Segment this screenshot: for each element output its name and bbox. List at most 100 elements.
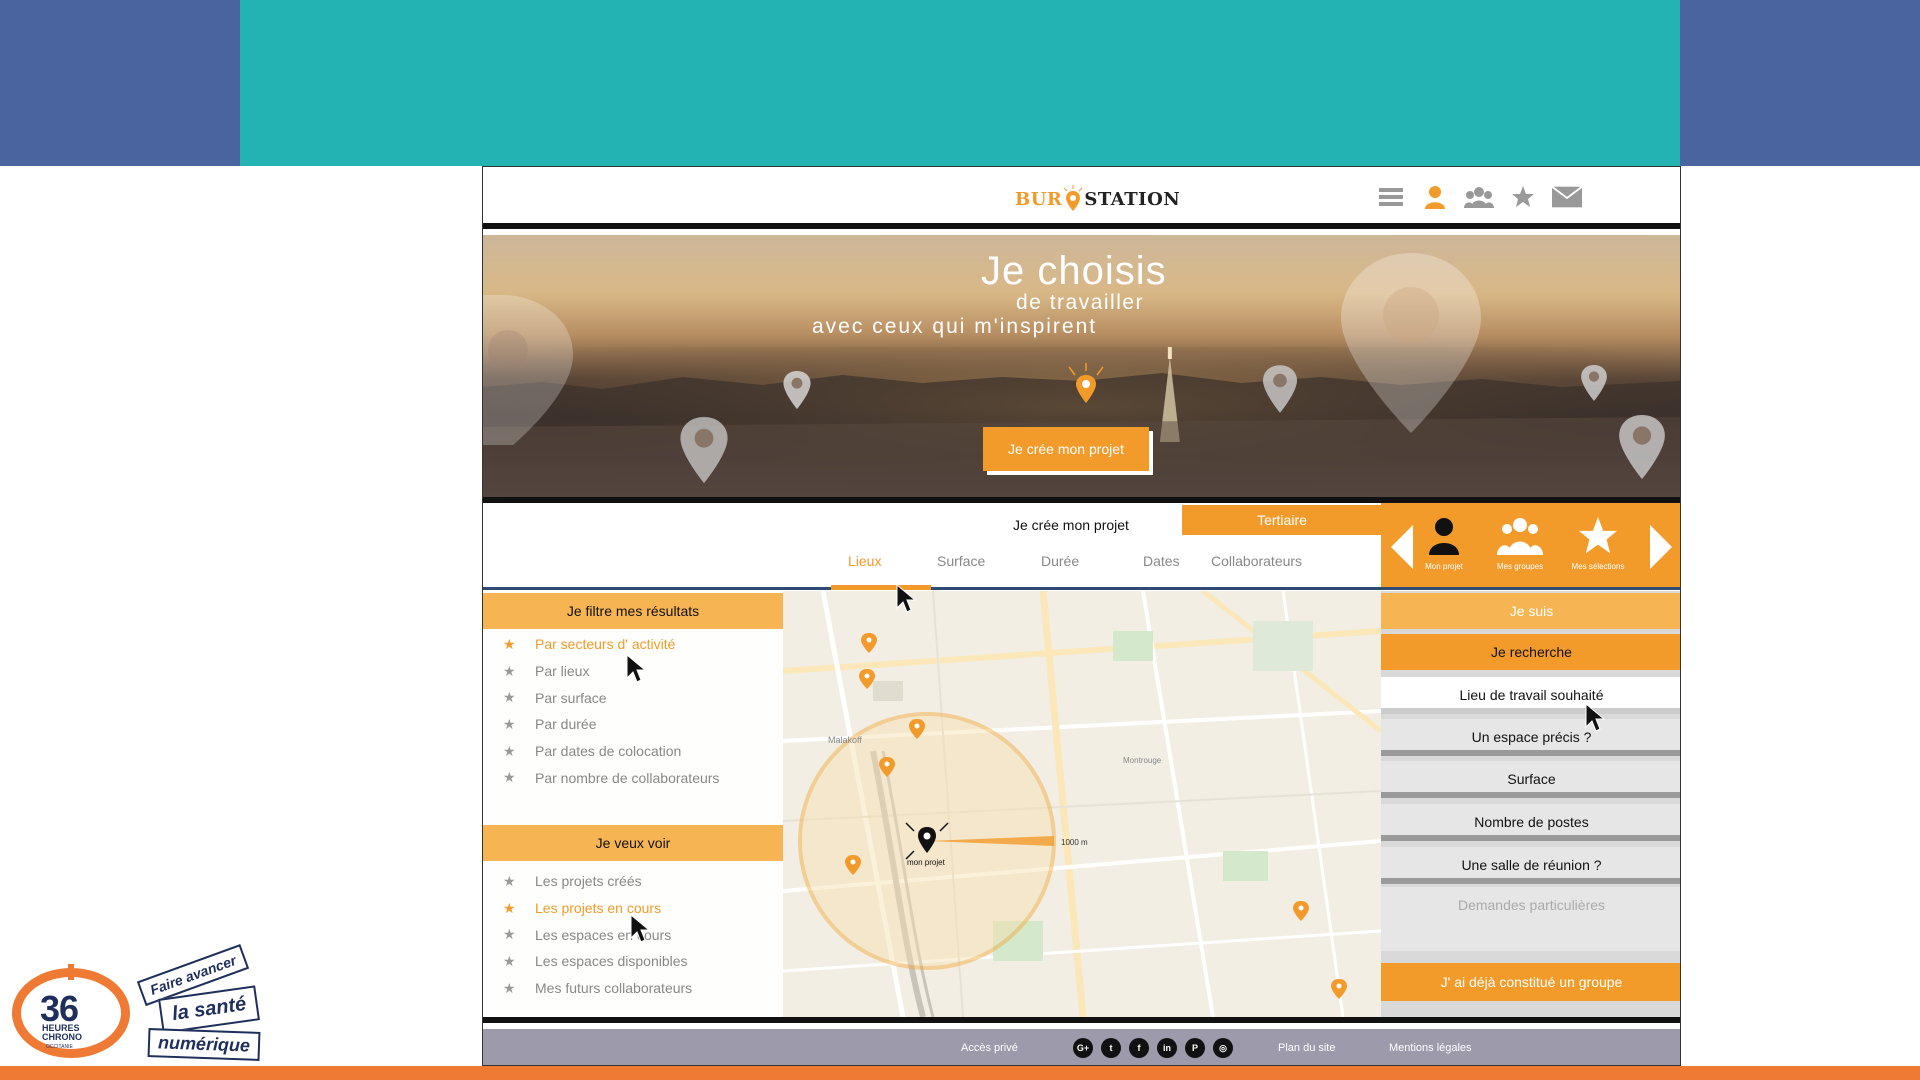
- slide: BUR STATION Je choisis de travailler ave…: [0, 0, 1920, 1080]
- linkedin-icon[interactable]: in: [1157, 1038, 1177, 1058]
- nav-my-selections[interactable]: Mes sélections: [1563, 517, 1633, 571]
- view-item-label: Les espaces disponibles: [535, 953, 688, 970]
- tabs-divider: [483, 587, 1680, 590]
- hero-tagline: avec ceux qui m'inspirent: [812, 315, 1098, 338]
- filter-list: ★ Par secteurs d' activité ★ Par lieux ★ Pa…: [503, 631, 719, 791]
- view-item[interactable]: ★ Les projets en cours: [503, 895, 692, 922]
- menu-icon[interactable]: [1376, 183, 1406, 211]
- special-requests[interactable]: Demandes particulières: [1381, 887, 1680, 951]
- header-icons: [1376, 183, 1582, 211]
- filter-item-label: Par secteurs d' activité: [535, 636, 676, 653]
- sitemap-link[interactable]: Plan du site: [1278, 1042, 1335, 1054]
- website-mockup: BUR STATION Je choisis de travailler ave…: [482, 166, 1681, 1066]
- tab-collaborateurs[interactable]: Collaborateurs: [1211, 553, 1302, 569]
- nav-my-project[interactable]: Mon projet: [1409, 517, 1479, 571]
- view-heading: Je veux voir: [483, 825, 783, 861]
- star-icon: ★: [503, 952, 516, 969]
- main-separator: [483, 1017, 1680, 1023]
- top-band-left: [0, 0, 240, 166]
- filter-item[interactable]: ★ Par dates de colocation: [503, 738, 719, 765]
- tab-lieux[interactable]: Lieux: [848, 553, 881, 569]
- legal-link[interactable]: Mentions légales: [1389, 1042, 1472, 1054]
- star-icon: [1579, 517, 1617, 554]
- next-arrow-icon[interactable]: [1650, 525, 1672, 569]
- private-access-link[interactable]: Accès privé: [961, 1042, 1018, 1054]
- facebook-icon[interactable]: f: [1129, 1038, 1149, 1058]
- map-graphic: 1000 m Malakoff Montrouge mon projet: [783, 591, 1381, 1017]
- star-icon[interactable]: [1508, 183, 1538, 211]
- criteria-meeting-room[interactable]: Une salle de réunion ?: [1381, 847, 1680, 884]
- 36h-chrono-badge: 36 HEURES CHRONO OCCITANIE Faire avancer …: [10, 940, 300, 1070]
- view-item[interactable]: ★ Les espaces en cours: [503, 921, 692, 948]
- badge-heures: HEURES CHRONO: [42, 1024, 82, 1042]
- google-plus-icon[interactable]: G+: [1073, 1038, 1093, 1058]
- badge-line2: CHRONO: [42, 1032, 82, 1042]
- view-item-label: Les projets en cours: [535, 900, 662, 917]
- hero-subtitle: de travailler: [1016, 291, 1145, 314]
- filter-item-label: Par dates de colocation: [535, 743, 682, 760]
- top-band-teal: [240, 0, 1680, 166]
- category-tertiaire[interactable]: Tertiaire: [1182, 505, 1382, 535]
- logo-part2: STATION: [1084, 188, 1181, 210]
- pinterest-icon[interactable]: P: [1185, 1038, 1205, 1058]
- star-icon: ★: [503, 926, 516, 943]
- star-icon: ★: [503, 872, 516, 889]
- je-suis-heading[interactable]: Je suis: [1381, 593, 1680, 629]
- hero-title: Je choisis: [981, 249, 1167, 293]
- top-band-right: [1680, 0, 1920, 166]
- star-icon: ★: [503, 769, 516, 786]
- criteria-surface[interactable]: Surface: [1381, 761, 1680, 798]
- filter-item-label: Par lieux: [535, 663, 590, 680]
- location-pin-icon: [1581, 365, 1607, 401]
- map-view[interactable]: 1000 m Malakoff Montrouge mon projet: [783, 591, 1381, 1017]
- je-recherche-heading[interactable]: Je recherche: [1381, 634, 1680, 670]
- filter-panel: Je filtre mes résultats ★ Par secteurs d'…: [483, 591, 783, 1017]
- view-item-label: Les projets créés: [535, 873, 642, 890]
- star-icon: ★: [503, 899, 516, 916]
- area-label-malakoff: Malakoff: [828, 735, 862, 745]
- location-pin-icon: [1263, 365, 1297, 413]
- main-content: 1000 m Malakoff Montrouge mon projet Je …: [483, 591, 1680, 1017]
- filter-item[interactable]: ★ Par secteurs d' activité: [503, 631, 719, 658]
- filter-item[interactable]: ★ Par surface: [503, 684, 719, 711]
- criteria-seats[interactable]: Nombre de postes: [1381, 804, 1680, 841]
- view-item[interactable]: ★ Les projets créés: [503, 868, 692, 895]
- filter-item[interactable]: ★ Par lieux: [503, 658, 719, 685]
- view-item[interactable]: ★ Les espaces disponibles: [503, 948, 692, 975]
- nav-my-project-label: Mon projet: [1425, 562, 1463, 571]
- view-item[interactable]: ★ Mes futurs collaborateurs: [503, 975, 692, 1002]
- person-icon: [1429, 518, 1459, 555]
- filter-item[interactable]: ★ Par nombre de collaborateurs: [503, 764, 719, 791]
- tab-surface[interactable]: Surface: [937, 553, 985, 569]
- logo-pin-icon: [1064, 185, 1083, 211]
- twitter-icon[interactable]: t: [1101, 1038, 1121, 1058]
- criteria-specific-space[interactable]: Un espace précis ?: [1381, 719, 1680, 756]
- badge-power-mark: [68, 964, 74, 980]
- radius-label: 1000 m: [1061, 838, 1088, 847]
- site-header: BUR STATION: [483, 167, 1680, 229]
- orange-location-pin-icon: [1068, 363, 1104, 403]
- filter-item[interactable]: ★ Par durée: [503, 711, 719, 738]
- social-links: G+ t f in P ◎: [1073, 1038, 1233, 1058]
- group-icon[interactable]: [1464, 183, 1494, 211]
- mail-icon[interactable]: [1552, 183, 1582, 211]
- tab-duree[interactable]: Durée: [1041, 553, 1079, 569]
- project-label: Je crée mon projet: [1013, 517, 1129, 533]
- nav-my-selections-label: Mes sélections: [1571, 562, 1625, 571]
- location-pin-icon: [483, 295, 573, 445]
- create-project-button[interactable]: Je crée mon projet: [983, 427, 1149, 471]
- user-icon[interactable]: [1420, 183, 1450, 211]
- group-icon: [1497, 518, 1543, 555]
- existing-group-button[interactable]: J' ai déjà constitué un groupe: [1381, 963, 1680, 1001]
- criteria-workplace[interactable]: Lieu de travail souhaité: [1381, 677, 1680, 714]
- area-label-montrouge: Montrouge: [1123, 756, 1162, 765]
- badge-card3: numérique: [147, 1028, 261, 1061]
- search-criteria-panel: Je suis Je recherche Lieu de travail sou…: [1381, 591, 1680, 1017]
- nav-my-groups[interactable]: Mes groupes: [1485, 517, 1555, 571]
- instagram-icon[interactable]: ◎: [1213, 1038, 1233, 1058]
- filter-item-label: Par durée: [535, 716, 597, 733]
- burostation-logo[interactable]: BUR STATION: [1015, 181, 1180, 217]
- tab-dates[interactable]: Dates: [1143, 553, 1180, 569]
- view-list: ★ Les projets créés ★ Les projets en cours…: [503, 868, 692, 1001]
- project-bar: Je crée mon projet Tertiaire Lieux Surfa…: [483, 503, 1680, 591]
